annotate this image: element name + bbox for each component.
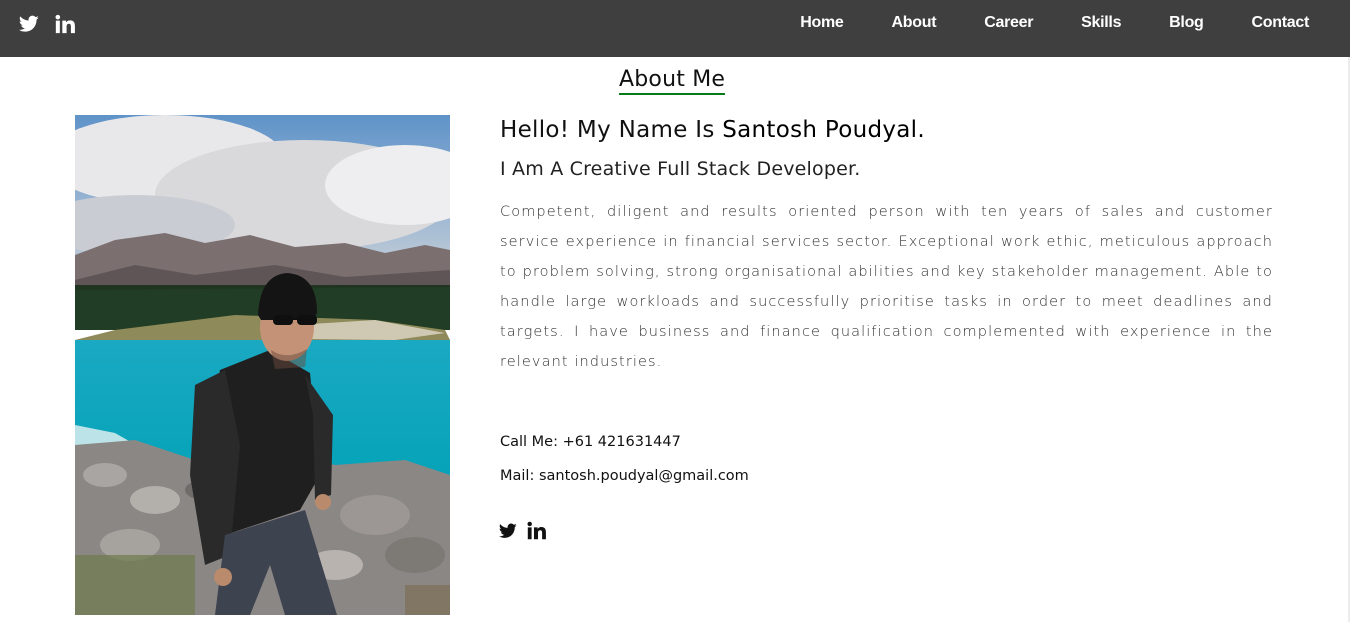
nav-link-about[interactable]: About <box>892 14 937 32</box>
linkedin-icon[interactable] <box>527 521 546 540</box>
twitter-icon[interactable] <box>499 523 517 539</box>
profile-bio: Competent, diligent and results oriented… <box>500 204 1273 370</box>
greeting-heading: Hello! My Name Is Santosh Poudyal. <box>500 114 1273 146</box>
section-title: About Me <box>619 67 726 95</box>
nav-link-career[interactable]: Career <box>984 14 1033 32</box>
nav-links: Home About Career Skills Blog Contact <box>800 0 1309 46</box>
linkedin-icon[interactable] <box>55 14 75 34</box>
profile-name: Santosh Poudyal. <box>722 117 925 143</box>
about-content: Hello! My Name Is Santosh Poudyal. I Am … <box>500 114 1273 377</box>
twitter-icon[interactable] <box>19 15 39 33</box>
nav-social-links <box>19 14 75 34</box>
nav-link-contact[interactable]: Contact <box>1252 14 1310 32</box>
contact-email[interactable]: Mail: santosh.poudyal@gmail.com <box>500 466 749 486</box>
nav-link-home[interactable]: Home <box>800 14 844 32</box>
greeting-prefix: Hello! My Name Is <box>500 117 723 143</box>
content-social-links <box>499 521 546 540</box>
profile-photo <box>75 115 450 615</box>
nav-link-skills[interactable]: Skills <box>1081 14 1121 32</box>
contact-phone[interactable]: Call Me: +61 421631447 <box>500 432 681 452</box>
profile-subtitle: I Am A Creative Full Stack Developer. <box>500 158 861 180</box>
top-navbar: Home About Career Skills Blog Contact <box>0 0 1350 57</box>
nav-link-blog[interactable]: Blog <box>1169 14 1204 32</box>
